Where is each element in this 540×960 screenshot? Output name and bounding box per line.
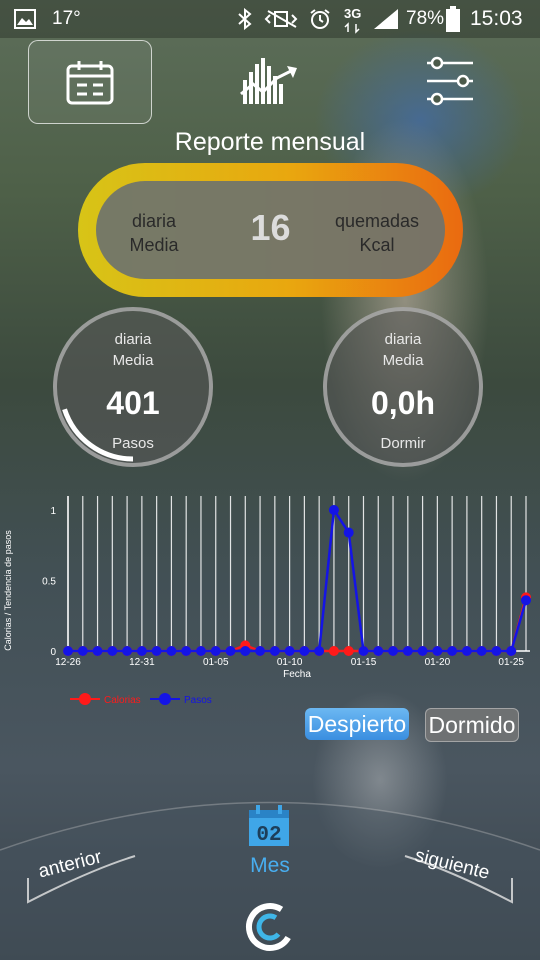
legend-label: Calorias <box>104 695 141 706</box>
data-point-pasos <box>491 646 502 656</box>
x-tick-label: 01-05 <box>203 657 229 668</box>
calendar-day-number: 02 <box>256 824 281 847</box>
signal-icon <box>374 9 398 29</box>
data-point-pasos <box>506 646 517 656</box>
statistics-button[interactable] <box>234 52 304 110</box>
data-point-pasos <box>269 646 280 656</box>
month-tab-icon[interactable]: 02 <box>246 804 292 848</box>
status-bar: 17° 3G 78% 15:03 <box>0 0 540 38</box>
data-point-calorias <box>343 646 354 656</box>
x-axis-label: Fecha <box>283 669 311 680</box>
data-point-pasos <box>107 646 118 656</box>
data-point-pasos <box>373 646 384 656</box>
app-logo-icon <box>246 903 294 951</box>
x-tick-label: 01-15 <box>351 657 377 668</box>
calories-label-burned: quemadas <box>334 211 420 231</box>
x-tick-label: 01-10 <box>277 657 303 668</box>
asleep-button[interactable]: Dormido <box>425 708 519 742</box>
data-point-pasos <box>328 505 339 515</box>
settings-button[interactable] <box>420 50 480 112</box>
y-axis-label: Calorias / Tendencia de pasos <box>3 530 13 651</box>
trend-chart-icon <box>240 58 297 104</box>
calories-right-labels: quemadas Kcal <box>327 209 427 257</box>
data-point-pasos <box>521 595 531 606</box>
data-point-pasos <box>388 646 399 656</box>
data-point-pasos <box>432 646 443 656</box>
vibrate-mute-icon <box>264 10 298 28</box>
data-point-calorias <box>328 646 339 656</box>
data-point-pasos <box>299 646 310 656</box>
steps-value: 401 <box>106 385 160 421</box>
sleep-label-daily: diaria <box>384 331 422 348</box>
alarm-icon <box>310 9 330 29</box>
data-point-pasos <box>77 646 88 656</box>
steps-unit: Pasos <box>112 435 154 452</box>
data-point-pasos <box>122 646 133 656</box>
y-tick-label: 0.5 <box>42 577 56 588</box>
data-point-pasos <box>343 527 354 538</box>
current-period-label: Mes <box>250 854 290 877</box>
sleep-card: diaria Media 0,0h Dormir <box>323 307 483 467</box>
sliders-icon <box>427 56 473 106</box>
gallery-icon <box>14 9 36 29</box>
weather-temperature: 17° <box>52 8 81 29</box>
trend-chart: 10.5012-26 12-31 01-05 01-10 01-15 01-20 01-25… <box>3 496 531 706</box>
data-point-pasos <box>181 646 192 656</box>
legend-marker <box>159 693 171 705</box>
series-line-pasos <box>68 506 528 653</box>
sleep-value: 0,0h <box>370 385 436 421</box>
data-point-pasos <box>447 646 458 656</box>
data-point-pasos <box>358 646 369 656</box>
x-tick-label: 01-20 <box>425 657 451 668</box>
data-point-pasos <box>166 646 177 656</box>
calendar-icon <box>66 61 114 105</box>
sleep-label-average: Media <box>382 352 424 369</box>
data-point-pasos <box>402 646 413 656</box>
data-point-pasos <box>255 646 266 656</box>
data-point-pasos <box>461 646 472 656</box>
period-navigation: anterior siguiente 02 Mes <box>0 790 540 960</box>
data-point-pasos <box>151 646 162 656</box>
data-point-pasos <box>63 646 73 656</box>
data-point-pasos <box>240 646 251 656</box>
calories-card: diaria Media 16 quemadas Kcal <box>78 163 463 297</box>
data-point-pasos <box>225 646 236 656</box>
x-tick-label: 12-31 <box>129 657 155 668</box>
battery-icon <box>446 6 460 32</box>
awake-button[interactable]: Despierto <box>305 708 409 740</box>
data-point-pasos <box>136 646 147 656</box>
series-line-calorias <box>68 597 528 653</box>
y-tick-label: 1 <box>50 506 56 517</box>
toolbar <box>0 38 540 126</box>
x-tick-label: 12-26 <box>55 657 81 668</box>
data-point-pasos <box>476 646 487 656</box>
data-point-pasos <box>284 646 295 656</box>
data-point-pasos <box>417 646 428 656</box>
steps-label-average: Media <box>112 352 154 369</box>
legend-label: Pasos <box>184 695 212 706</box>
data-point-pasos <box>210 646 221 656</box>
data-transfer-icon <box>344 22 360 34</box>
calendar-button[interactable] <box>28 40 152 124</box>
data-point-pasos <box>92 646 103 656</box>
bluetooth-icon <box>238 8 252 30</box>
x-tick-label: 01-25 <box>498 657 524 668</box>
clock: 15:03 <box>470 7 523 30</box>
data-point-pasos <box>314 646 325 656</box>
calendar-month-icon: 02 <box>249 805 289 847</box>
page-title: Reporte mensual <box>174 128 366 156</box>
steps-card: diaria Media 401 Pasos <box>53 307 213 467</box>
sleep-unit: Dormir <box>380 435 426 452</box>
data-point-pasos <box>195 646 206 656</box>
calories-label-unit: Kcal <box>359 235 395 255</box>
steps-label-daily: diaria <box>114 331 152 348</box>
battery-percent: 78% <box>406 8 445 29</box>
legend-marker <box>79 693 91 705</box>
